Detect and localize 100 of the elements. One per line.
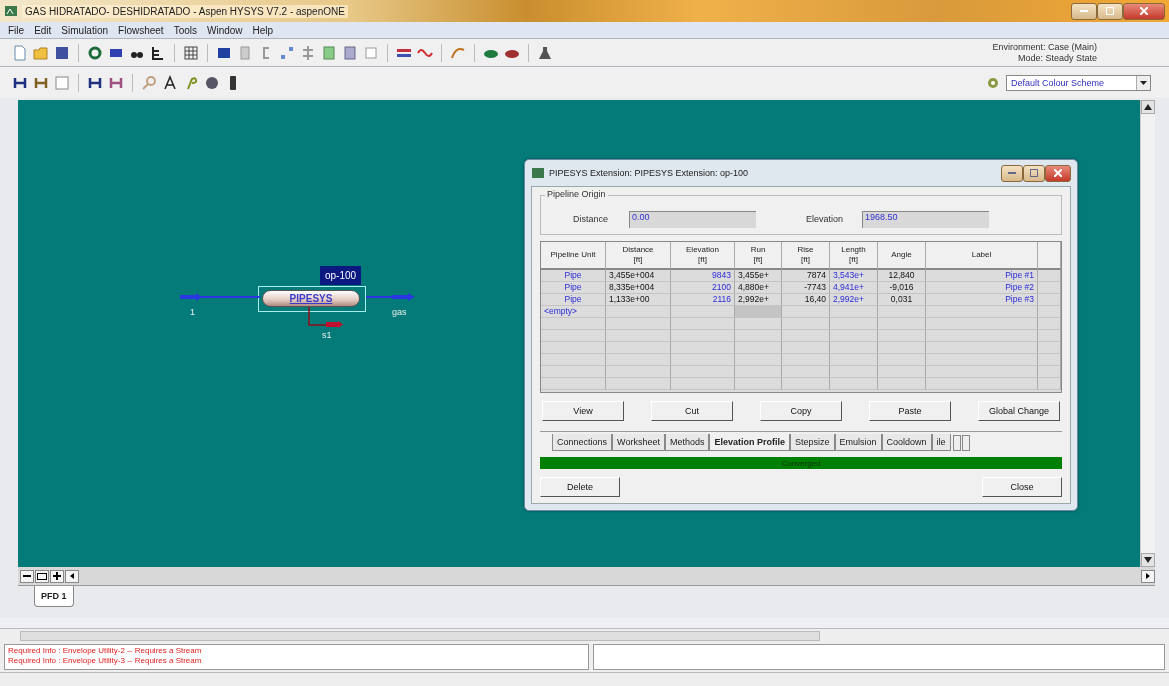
empty-cell[interactable] bbox=[735, 378, 782, 390]
empty-cell[interactable] bbox=[926, 318, 1038, 330]
empty-cell[interactable] bbox=[926, 342, 1038, 354]
tab[interactable]: Elevation Profile bbox=[709, 434, 790, 451]
empty-cell[interactable] bbox=[878, 366, 926, 378]
zoom-in-button[interactable] bbox=[50, 569, 64, 583]
table-cell[interactable]: 3,543e+ bbox=[830, 270, 878, 282]
table-cell[interactable]: 7874 bbox=[782, 270, 830, 282]
empty-cell[interactable] bbox=[926, 366, 1038, 378]
empty-cell[interactable] bbox=[878, 318, 926, 330]
empty-cell[interactable] bbox=[926, 306, 1038, 318]
stream-line[interactable] bbox=[180, 293, 260, 301]
table-cell[interactable]: 3,455e+004 bbox=[606, 270, 671, 282]
empty-cell[interactable] bbox=[606, 306, 671, 318]
empty-cell[interactable] bbox=[782, 354, 830, 366]
empty-cell[interactable] bbox=[878, 354, 926, 366]
column-header[interactable]: Distance [ft] bbox=[606, 242, 671, 270]
empty-cell[interactable] bbox=[782, 366, 830, 378]
empty-cell[interactable] bbox=[1038, 366, 1061, 378]
empty-cell[interactable] bbox=[606, 330, 671, 342]
table-cell[interactable]: -9,016 bbox=[878, 282, 926, 294]
column-header[interactable]: Label bbox=[926, 242, 1038, 270]
table-cell[interactable]: Pipe #3 bbox=[926, 294, 1038, 306]
empty-cell[interactable] bbox=[1038, 306, 1061, 318]
tab-scroll-button[interactable] bbox=[961, 435, 970, 451]
table-cell[interactable]: 12,840 bbox=[878, 270, 926, 282]
empty-cell[interactable] bbox=[926, 378, 1038, 390]
menu-item[interactable]: Simulation bbox=[61, 24, 109, 36]
column-header[interactable]: Length [ft] bbox=[830, 242, 878, 270]
menu-item[interactable]: Flowsheet bbox=[118, 24, 164, 36]
empty-cell[interactable] bbox=[782, 378, 830, 390]
action-button[interactable]: Paste bbox=[869, 401, 951, 421]
table-cell[interactable]: -7743 bbox=[782, 282, 830, 294]
sheet-icon[interactable] bbox=[342, 44, 358, 61]
empty-cell[interactable] bbox=[541, 330, 606, 342]
tab-scroll-button[interactable] bbox=[952, 435, 961, 451]
table-cell[interactable]: 0,031 bbox=[878, 294, 926, 306]
close-button[interactable] bbox=[1045, 164, 1071, 182]
empty-cell[interactable] bbox=[782, 342, 830, 354]
empty-cell[interactable] bbox=[830, 342, 878, 354]
tree-icon[interactable] bbox=[150, 44, 166, 61]
folder-icon[interactable] bbox=[33, 44, 49, 61]
empty-cell[interactable] bbox=[926, 330, 1038, 342]
empty-cell[interactable] bbox=[735, 318, 782, 330]
action-button[interactable]: View bbox=[542, 401, 624, 421]
empty-cell[interactable] bbox=[1038, 270, 1061, 282]
table-cell[interactable]: Pipe bbox=[541, 282, 606, 294]
empty-cell[interactable] bbox=[541, 378, 606, 390]
nodes-icon[interactable] bbox=[279, 44, 295, 61]
pipe-unit[interactable]: PIPESYS bbox=[262, 290, 360, 307]
empty-cell[interactable] bbox=[671, 330, 735, 342]
empty-cell[interactable] bbox=[878, 330, 926, 342]
empty-cell[interactable] bbox=[1038, 378, 1061, 390]
footer-button[interactable]: Delete bbox=[540, 477, 620, 497]
empty-cell[interactable] bbox=[735, 342, 782, 354]
tab[interactable]: Methods bbox=[664, 434, 710, 451]
action-button[interactable]: Copy bbox=[760, 401, 842, 421]
empty-cell[interactable] bbox=[735, 306, 782, 318]
empty-cell[interactable] bbox=[1038, 330, 1061, 342]
empty-cell[interactable] bbox=[830, 354, 878, 366]
empty-cell[interactable] bbox=[606, 342, 671, 354]
empty-cell[interactable] bbox=[606, 354, 671, 366]
empty-cell[interactable] bbox=[830, 306, 878, 318]
table-icon[interactable] bbox=[321, 44, 337, 61]
column-header[interactable]: Angle bbox=[878, 242, 926, 270]
table-cell[interactable]: Pipe bbox=[541, 294, 606, 306]
table-cell[interactable]: Pipe bbox=[541, 270, 606, 282]
pfd-tab[interactable]: PFD 1 bbox=[34, 586, 74, 607]
search-icon[interactable] bbox=[141, 74, 157, 91]
empty-cell[interactable] bbox=[735, 330, 782, 342]
empty-cell[interactable] bbox=[878, 306, 926, 318]
column-icon[interactable] bbox=[300, 44, 316, 61]
new-document-icon[interactable] bbox=[12, 44, 28, 61]
tab[interactable]: Emulsion bbox=[834, 434, 882, 451]
scroll-right-button[interactable] bbox=[1141, 569, 1155, 583]
scroll-up-button[interactable] bbox=[1141, 100, 1155, 114]
energy-stream-line[interactable] bbox=[308, 307, 344, 329]
font-icon[interactable] bbox=[162, 74, 178, 91]
page-icon[interactable] bbox=[237, 44, 253, 61]
empty-cell[interactable] bbox=[671, 366, 735, 378]
empty-cell[interactable] bbox=[926, 354, 1038, 366]
colour-scheme-dropdown[interactable]: Default Colour Scheme bbox=[1006, 74, 1151, 91]
tab[interactable]: Worksheet bbox=[612, 434, 665, 451]
grid-icon[interactable] bbox=[183, 44, 199, 61]
flask-icon[interactable] bbox=[537, 44, 553, 61]
empty-cell[interactable] bbox=[541, 342, 606, 354]
scroll-left-button[interactable] bbox=[65, 569, 79, 583]
menu-item[interactable]: Tools bbox=[173, 24, 197, 36]
empty-cell[interactable] bbox=[541, 366, 606, 378]
empty-cell[interactable] bbox=[1038, 294, 1061, 306]
tab[interactable]: Stepsize bbox=[789, 434, 835, 451]
stream-line[interactable] bbox=[366, 293, 414, 301]
empty-cell[interactable] bbox=[541, 318, 606, 330]
table-cell[interactable]: Pipe #2 bbox=[926, 282, 1038, 294]
empty-cell[interactable] bbox=[671, 318, 735, 330]
empty-cell[interactable] bbox=[1038, 318, 1061, 330]
tab[interactable]: Cooldown bbox=[881, 434, 932, 451]
empty-cell[interactable] bbox=[1038, 354, 1061, 366]
empty-cell[interactable] bbox=[878, 342, 926, 354]
table-cell[interactable]: 2116 bbox=[671, 294, 735, 306]
